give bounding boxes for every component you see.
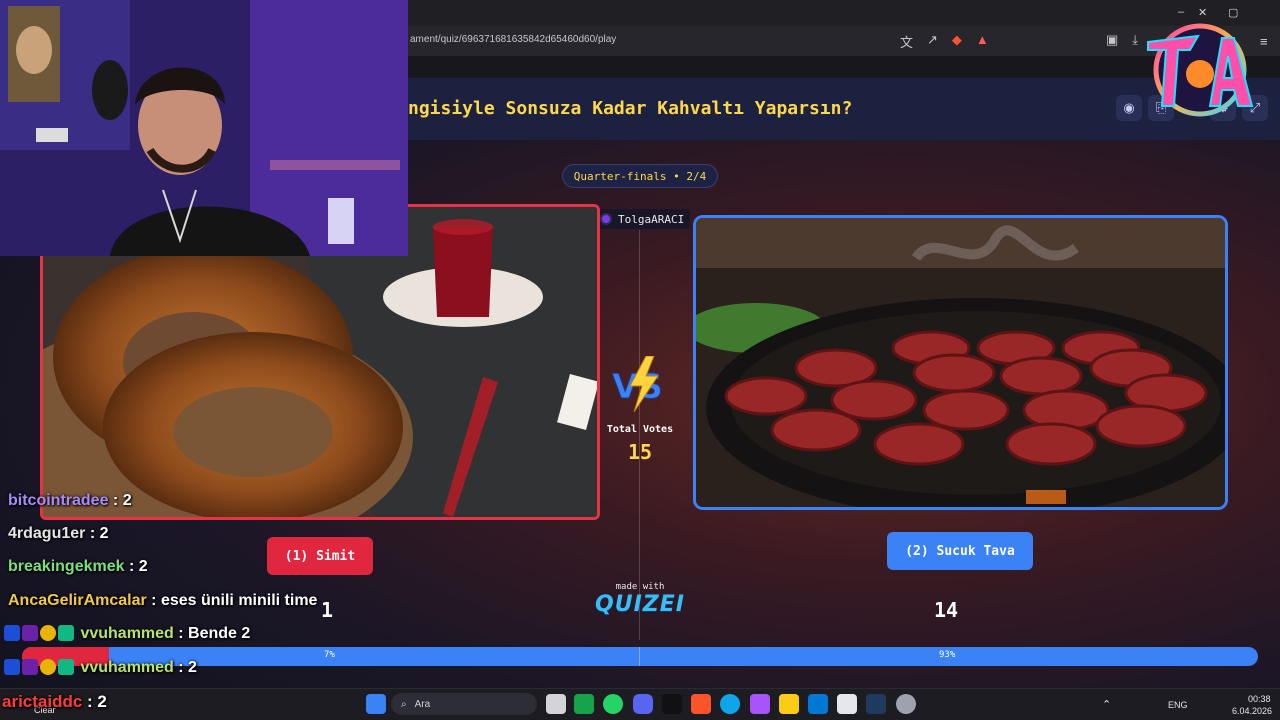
chat-username: arictaiddc [2, 692, 83, 711]
round-badge: Quarter-finals • 2/4 [562, 164, 718, 188]
toolbar-icons: ▣ ⤓ [1106, 32, 1138, 48]
discord-icon[interactable] [633, 694, 653, 714]
brave-shield-icon[interactable]: ◆ [952, 32, 962, 51]
total-votes-label: Total Votes [606, 424, 674, 435]
vote-count-left: 1 [321, 598, 334, 622]
chat-text: : 2 [82, 692, 107, 711]
taskbar-search[interactable]: ⌕ Ara [391, 693, 537, 715]
settings-app-icon[interactable] [896, 694, 916, 714]
eye-icon[interactable]: ◉ [1116, 95, 1142, 121]
chat-text: : Bende 2 [173, 625, 251, 642]
chat-username: bitcointradee [8, 492, 109, 509]
download-icon[interactable]: ⤓ [1132, 32, 1138, 48]
chat-username: vvuhammed [80, 659, 174, 676]
clock-time[interactable]: 00:38 [1248, 694, 1271, 704]
chat-message: arictaiddc : 2 [2, 692, 107, 712]
url-text[interactable]: ament/quiz/696371681635842d65460d60/play [410, 34, 616, 45]
app-icon[interactable] [662, 694, 682, 714]
creator-avatar [600, 213, 612, 225]
edge-icon[interactable] [720, 694, 740, 714]
vote-option-1-button[interactable]: (1) Simit [267, 537, 373, 575]
task-view-icon[interactable] [546, 694, 566, 714]
language-indicator[interactable]: ENG [1168, 700, 1188, 710]
store-icon[interactable] [837, 694, 857, 714]
badge-icon [4, 659, 20, 675]
clock-date[interactable]: 6.04.2026 [1232, 706, 1272, 716]
chat-username: 4rdagu1er [8, 525, 86, 542]
steam-icon[interactable] [866, 694, 886, 714]
brave-rewards-icon[interactable]: ▲ [976, 32, 989, 51]
chat-username: breakingekmek [8, 558, 125, 575]
share-page-icon[interactable]: ↗ [927, 32, 938, 51]
badge-icon [40, 625, 56, 641]
chat-text: : 2 [173, 659, 197, 676]
badge-icon [22, 625, 38, 641]
percent-right: 93% [939, 650, 956, 660]
chat-text: : 2 [124, 558, 148, 575]
vs-lightning-icon: VS [612, 356, 663, 412]
sidebar-icon[interactable]: ▣ [1106, 32, 1118, 48]
option-card-sucuk[interactable] [693, 215, 1228, 510]
chat-message: breakingekmek : 2 [8, 558, 148, 576]
vote-option-2-button[interactable]: (2) Sucuk Tava [887, 532, 1033, 570]
badge-icon [40, 659, 56, 675]
percent-left: 7% [324, 650, 335, 660]
total-votes-value: 15 [627, 440, 653, 464]
progress-midline [639, 647, 640, 666]
chat-message: vvuhammed : Bende 2 [4, 625, 250, 643]
chat-username: AncaGelirAmcalar [8, 592, 147, 609]
webcam-overlay [0, 0, 408, 256]
chat-message: 4rdagu1er : 2 [8, 525, 109, 543]
chat-text: : eses ünili minili time [146, 592, 318, 609]
streamer-webcam-image [0, 0, 408, 256]
creator-tag[interactable]: TolgaARACI [596, 209, 691, 229]
copilot-icon[interactable] [750, 694, 770, 714]
chat-text: : 2 [108, 492, 132, 509]
tray-overflow-icon[interactable]: ⌃ [1102, 698, 1111, 711]
sucuk-image [696, 218, 1225, 507]
translate-icon[interactable]: 文 [900, 32, 913, 51]
whatsapp-icon[interactable] [603, 694, 623, 714]
menu-icon[interactable]: ≡ [1260, 34, 1268, 49]
channel-logo [1147, 23, 1254, 117]
chat-username: vvuhammed [80, 625, 174, 642]
badge-icon [22, 659, 38, 675]
start-icon[interactable] [366, 694, 386, 714]
address-bar-icons: 文 ↗ ◆ ▲ [900, 32, 989, 51]
badge-icon [4, 625, 20, 641]
chat-message: vvuhammed : 2 [4, 659, 197, 677]
made-with-label: made with [615, 582, 665, 592]
brave-icon[interactable] [691, 694, 711, 714]
center-divider [639, 230, 640, 640]
badge-icon [58, 659, 74, 675]
chat-message: bitcointradee : 2 [8, 492, 132, 510]
file-explorer-icon[interactable] [779, 694, 799, 714]
quiz-title: ngisiyle Sonsuza Kadar Kahvaltı Yaparsın… [408, 98, 853, 119]
vote-progress-bar: 7% 93% [22, 647, 1258, 666]
search-placeholder: Ara [414, 698, 431, 710]
search-icon: ⌕ [401, 698, 407, 710]
vote-count-right: 14 [934, 598, 959, 622]
badge-icon [58, 625, 74, 641]
chat-message: AncaGelirAmcalar : eses ünili minili tim… [8, 592, 317, 610]
creator-name: TolgaARACI [618, 212, 685, 226]
screen: ament/quiz/696371681635842d65460d60/play… [0, 0, 1280, 720]
xbox-icon[interactable] [574, 694, 594, 714]
quizei-logo[interactable]: QUIZEI [592, 592, 688, 617]
outlook-icon[interactable] [808, 694, 828, 714]
chat-text: : 2 [85, 525, 109, 542]
